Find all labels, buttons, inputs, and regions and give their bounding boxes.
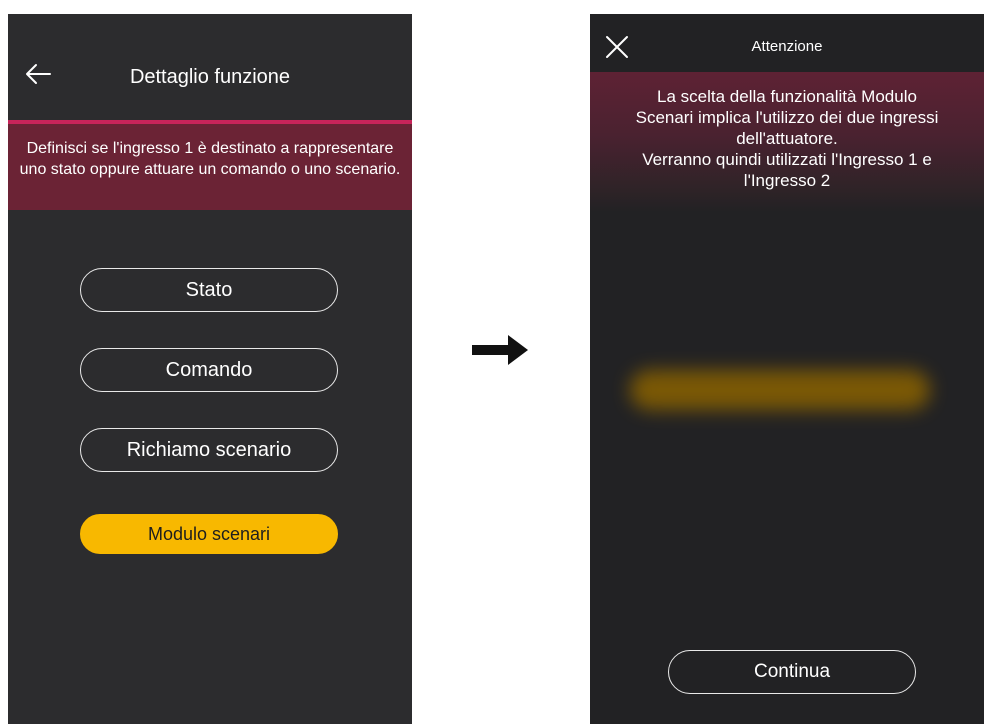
richiamo-scenario-button[interactable]: Richiamo scenario — [80, 428, 338, 472]
attention-dialog-screen: Attenzione La scelta della funzionalità … — [590, 14, 984, 724]
header: Dettaglio funzione — [8, 14, 412, 120]
warning-line: Scenari implica l'utilizzo dei due ingre… — [635, 108, 939, 127]
warning-line: Verranno quindi utilizzati l'Ingresso 1 … — [642, 150, 932, 169]
warning-line: La scelta della funzionalità Modulo — [657, 87, 917, 106]
function-detail-screen: Dettaglio funzione Definisci se l'ingres… — [8, 14, 412, 724]
warning-line: l'Ingresso 2 — [743, 171, 831, 190]
warning-line: dell'attuatore. — [736, 129, 838, 148]
blurred-background-button — [630, 370, 930, 410]
modulo-scenari-button[interactable]: Modulo scenari — [80, 514, 338, 554]
dialog-title: Attenzione — [751, 38, 823, 55]
info-banner: Definisci se l'ingresso 1 è destinato a … — [8, 124, 412, 210]
page-title: Dettaglio funzione — [129, 66, 291, 88]
comando-button[interactable]: Comando — [80, 348, 338, 392]
warning-banner: La scelta della funzionalità Modulo Scen… — [590, 72, 984, 212]
arrow-right-icon — [472, 335, 528, 365]
stato-button[interactable]: Stato — [80, 268, 338, 312]
continue-button[interactable]: Continua — [668, 650, 916, 694]
